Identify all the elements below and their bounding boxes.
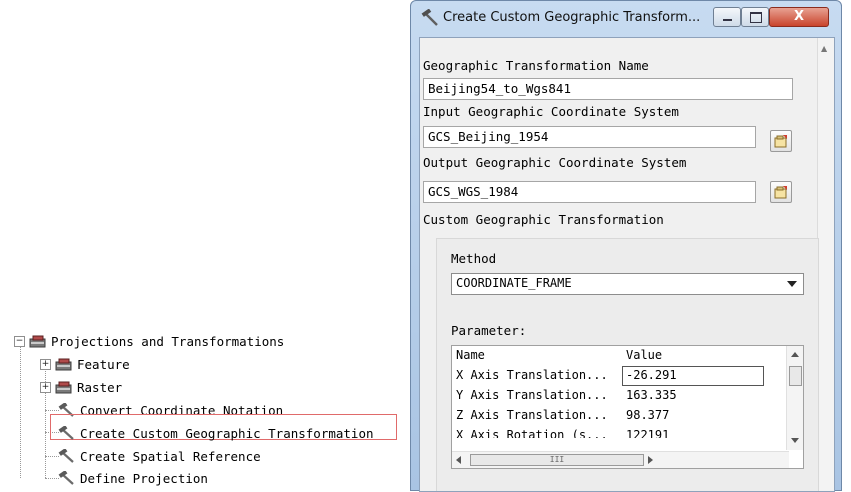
tree-item-label: Raster bbox=[77, 379, 123, 395]
tree-item-projections-and-transformations[interactable]: − Projections and Transformations bbox=[14, 331, 284, 351]
toolbox-icon bbox=[55, 381, 72, 394]
transformation-name-input[interactable]: Beijing54_to_Wgs841 bbox=[423, 78, 793, 100]
method-selected-value: COORDINATE_FRAME bbox=[456, 276, 572, 290]
title-bar[interactable]: Create Custom Geographic Transform... X bbox=[411, 1, 841, 37]
dialog-title: Create Custom Geographic Transform... bbox=[443, 10, 701, 25]
input-gcs-field[interactable]: GCS_Beijing_1954 bbox=[423, 126, 756, 148]
chevron-down-icon[interactable] bbox=[787, 281, 797, 287]
tree-connector bbox=[45, 456, 59, 457]
table-row[interactable]: X Axis Translation... -26.291 bbox=[452, 366, 782, 386]
toolbox-icon bbox=[29, 335, 46, 348]
tree-item-create-spatial-reference[interactable]: Create Spatial Reference bbox=[58, 446, 261, 466]
tree-item-define-projection[interactable]: Define Projection bbox=[58, 468, 208, 488]
method-label: Method bbox=[451, 251, 497, 266]
scroll-thumb[interactable]: III bbox=[470, 454, 644, 466]
scroll-down-icon[interactable] bbox=[791, 438, 799, 443]
tree-item-label: Feature bbox=[77, 356, 130, 372]
scroll-right-icon[interactable] bbox=[648, 456, 653, 464]
scroll-up-icon[interactable]: ▲ bbox=[821, 44, 827, 53]
tree-item-label: Define Projection bbox=[80, 470, 208, 486]
parameter-value-cell[interactable]: 122191 bbox=[626, 428, 669, 438]
expand-icon[interactable]: + bbox=[40, 358, 51, 370]
output-gcs-field[interactable]: GCS_WGS_1984 bbox=[423, 181, 756, 203]
properties-icon bbox=[774, 186, 787, 199]
column-header-value[interactable]: Value bbox=[626, 348, 662, 362]
grid-vertical-scrollbar[interactable] bbox=[786, 346, 803, 450]
table-row[interactable]: Z Axis Translation... 98.377 bbox=[452, 406, 782, 426]
hammer-tool-icon bbox=[421, 9, 438, 26]
properties-icon bbox=[774, 135, 787, 148]
scroll-up-icon[interactable] bbox=[791, 352, 799, 357]
column-header-name[interactable]: Name bbox=[456, 348, 485, 362]
collapse-icon[interactable]: − bbox=[14, 335, 25, 347]
parameter-label: Parameter: bbox=[451, 323, 527, 338]
dialog-body: ▲ Geographic Transformation Name Beijing… bbox=[419, 37, 835, 492]
table-row[interactable]: X Axis Rotation (s... 122191 bbox=[452, 426, 782, 438]
tree-connector bbox=[45, 410, 59, 411]
tree-item-create-custom-geographic-transformation[interactable]: Create Custom Geographic Transformation bbox=[58, 423, 374, 443]
toolbox-tree: − Projections and Transformations + Feat… bbox=[0, 0, 410, 491]
tree-connector bbox=[45, 478, 59, 479]
toolbox-icon bbox=[55, 358, 72, 371]
create-custom-geographic-transformation-dialog: Create Custom Geographic Transform... X … bbox=[410, 0, 842, 492]
tree-item-label: Projections and Transformations bbox=[51, 333, 285, 349]
expand-icon[interactable]: + bbox=[40, 381, 51, 393]
grid-header-row: Name Value bbox=[452, 346, 782, 366]
scroll-thumb[interactable] bbox=[789, 366, 802, 386]
parameter-value-cell[interactable]: -26.291 bbox=[626, 368, 677, 382]
hammer-tool-icon bbox=[58, 471, 74, 485]
tree-connector bbox=[20, 345, 21, 478]
parameter-name-cell: Y Axis Translation... bbox=[456, 388, 608, 402]
tree-item-raster[interactable]: + Raster bbox=[40, 377, 122, 397]
grid-horizontal-scrollbar[interactable]: III bbox=[452, 451, 789, 468]
method-dropdown[interactable]: COORDINATE_FRAME bbox=[451, 273, 804, 295]
parameter-value-cell[interactable]: 163.335 bbox=[626, 388, 677, 402]
tree-item-label: Create Spatial Reference bbox=[80, 448, 261, 464]
parameter-grid: Name Value X Axis Translation... -26.291… bbox=[451, 345, 804, 469]
dialog-scrollbar[interactable]: ▲ bbox=[817, 38, 834, 491]
tree-item-label: Create Custom Geographic Transformation bbox=[80, 425, 374, 441]
output-gcs-label: Output Geographic Coordinate System bbox=[423, 155, 687, 170]
maximize-button[interactable] bbox=[741, 7, 769, 27]
parameter-value-cell[interactable]: 98.377 bbox=[626, 408, 669, 422]
minimize-button[interactable] bbox=[713, 7, 741, 27]
transformation-name-label: Geographic Transformation Name bbox=[423, 58, 649, 73]
parameter-name-cell: Z Axis Translation... bbox=[456, 408, 608, 422]
custom-transformation-group: Method COORDINATE_FRAME Parameter: Name … bbox=[436, 238, 819, 491]
parameter-name-cell: X Axis Rotation (s... bbox=[456, 428, 608, 438]
input-gcs-label: Input Geographic Coordinate System bbox=[423, 104, 679, 119]
tree-item-feature[interactable]: + Feature bbox=[40, 354, 130, 374]
input-gcs-browse-button[interactable] bbox=[770, 130, 792, 152]
scroll-left-icon[interactable] bbox=[456, 456, 461, 464]
custom-transformation-label: Custom Geographic Transformation bbox=[423, 212, 664, 227]
hammer-tool-icon bbox=[58, 449, 74, 463]
table-row[interactable]: Y Axis Translation... 163.335 bbox=[452, 386, 782, 406]
output-gcs-browse-button[interactable] bbox=[770, 181, 792, 203]
hammer-tool-icon bbox=[58, 426, 74, 440]
close-button[interactable]: X bbox=[769, 7, 829, 27]
parameter-name-cell: X Axis Translation... bbox=[456, 368, 608, 382]
